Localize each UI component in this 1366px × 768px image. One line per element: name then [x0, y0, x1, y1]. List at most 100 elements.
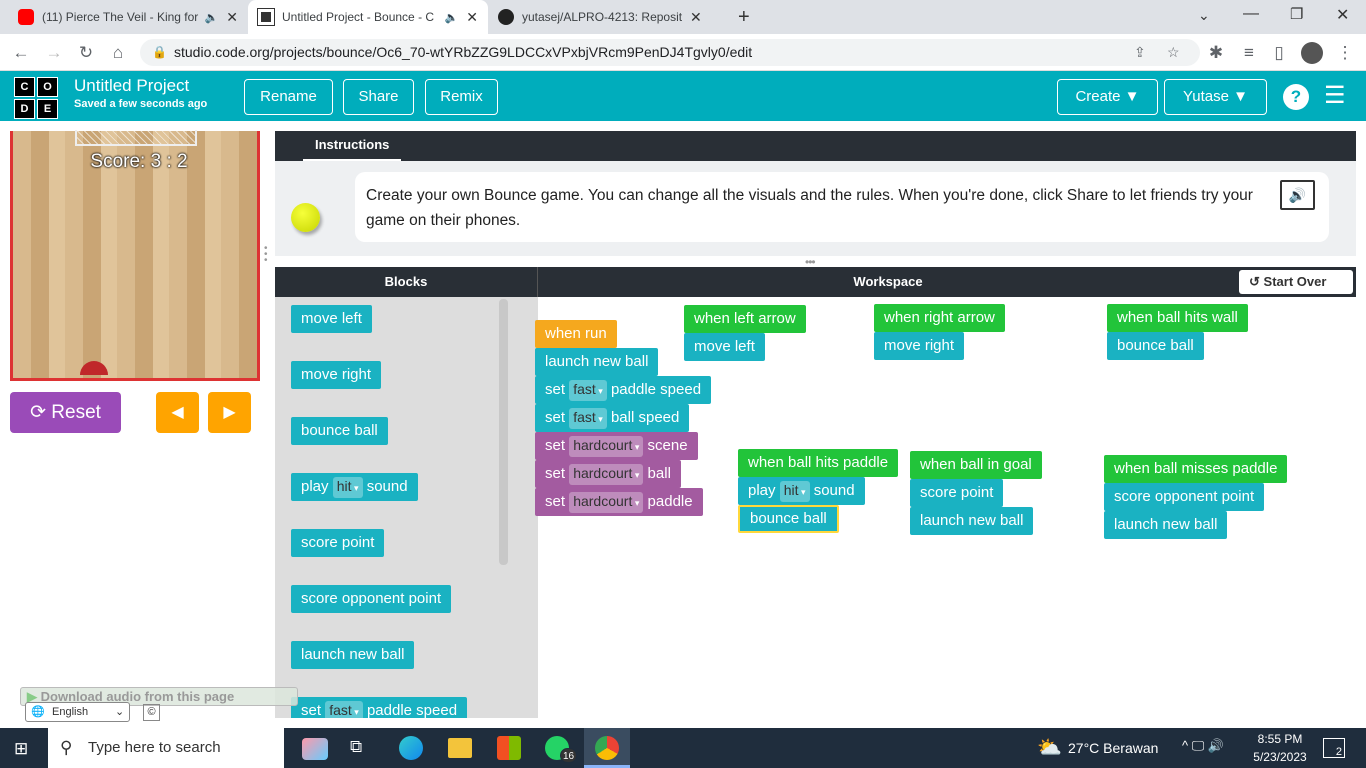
instructions-tab[interactable]: Instructions	[303, 131, 402, 161]
set-ball-block[interactable]: set hardcourt ball	[535, 460, 681, 488]
weather-text[interactable]: 27°C Berawan	[1068, 740, 1158, 756]
new-tab-icon[interactable]: +	[738, 6, 750, 29]
reload-icon[interactable]: ↻	[75, 42, 97, 64]
chrome-taskbar-button[interactable]	[584, 728, 630, 768]
help-button[interactable]: ?	[1283, 84, 1309, 110]
tab-search-icon[interactable]: ⌄	[1198, 7, 1210, 24]
bounce-ball-block[interactable]: bounce ball	[1107, 332, 1204, 360]
sound-dropdown[interactable]: hit	[332, 477, 363, 498]
set-scene-block[interactable]: set hardcourt scene	[535, 432, 698, 460]
restore-icon[interactable]: ❐	[1290, 5, 1303, 23]
workspace-canvas[interactable]: when run launch new ball set fast paddle…	[535, 297, 1356, 718]
clock-time[interactable]: 8:55 PM	[1248, 732, 1312, 746]
sound-dropdown[interactable]: hit	[779, 481, 810, 502]
notification-icon[interactable]: 2	[1323, 738, 1345, 758]
start-over-button[interactable]: ↺ Start Over	[1239, 270, 1353, 294]
code-org-icon	[257, 8, 275, 26]
remix-button[interactable]: Remix	[425, 79, 498, 115]
profile-avatar[interactable]	[1301, 42, 1323, 64]
language-select[interactable]: English 🌐 ⌄	[25, 702, 130, 722]
toolbox-block-bounce-ball[interactable]: bounce ball	[291, 417, 388, 445]
browser-menu-icon[interactable]: ⋮	[1334, 42, 1356, 64]
forward-icon[interactable]: →	[43, 42, 65, 64]
share-button[interactable]: Share	[343, 79, 414, 115]
toolbox-block-launch-new-ball[interactable]: launch new ball	[291, 641, 415, 669]
when-ball-in-goal-block[interactable]: when ball in goal	[910, 451, 1042, 479]
toolbox-scrollbar[interactable]	[499, 299, 508, 565]
score-point-block[interactable]: score point	[910, 479, 1004, 507]
reset-label: Reset	[51, 402, 101, 423]
user-dropdown[interactable]: Yutase ▼	[1164, 79, 1267, 115]
back-icon[interactable]: ←	[10, 42, 32, 64]
close-tab-icon[interactable]: ✕	[466, 9, 478, 26]
when-ball-hits-paddle-block[interactable]: when ball hits paddle	[738, 449, 899, 477]
toolbox-block-play-sound[interactable]: play hit sound	[291, 473, 418, 501]
speed-dropdown[interactable]: fast	[569, 408, 607, 429]
share-page-icon[interactable]: ⇪	[1134, 39, 1146, 66]
code-org-logo[interactable]: C O D E	[14, 77, 58, 119]
when-ball-hits-wall-block[interactable]: when ball hits wall	[1107, 304, 1248, 332]
speaker-icon[interactable]: 🔈	[205, 11, 219, 24]
launch-new-ball-block[interactable]: launch new ball	[1104, 511, 1228, 539]
move-left-block[interactable]: move left	[684, 333, 765, 361]
windows-start-icon[interactable]: ⊞	[14, 739, 28, 759]
task-view-icon[interactable]: ⧉	[350, 737, 362, 757]
set-ball-speed-block[interactable]: set fast ball speed	[535, 404, 690, 432]
score-opponent-point-block[interactable]: score opponent point	[1104, 483, 1265, 511]
toolbox-block-score-opponent-point[interactable]: score opponent point	[291, 585, 452, 613]
close-tab-icon[interactable]: ✕	[690, 9, 702, 26]
paddle-dropdown[interactable]: hardcourt	[569, 492, 644, 513]
game-canvas[interactable]: Score: 3 : 2	[10, 130, 260, 381]
ball-dropdown[interactable]: hardcourt	[569, 464, 644, 485]
hamburger-menu-icon[interactable]: ☰	[1324, 83, 1346, 109]
launch-new-ball-block[interactable]: launch new ball	[910, 507, 1034, 535]
close-tab-icon[interactable]: ✕	[226, 9, 238, 26]
set-paddle-speed-block[interactable]: set fast paddle speed	[535, 376, 712, 404]
store-icon[interactable]	[497, 736, 521, 760]
text-to-speech-icon[interactable]: 🔊	[1280, 180, 1315, 210]
tab-youtube[interactable]: (11) Pierce The Veil - King for 🔈 ✕	[8, 0, 248, 34]
file-explorer-icon[interactable]	[448, 738, 472, 758]
right-arrow-button[interactable]: ▶	[208, 392, 251, 433]
when-ball-misses-paddle-block[interactable]: when ball misses paddle	[1104, 455, 1288, 483]
when-right-arrow-block[interactable]: when right arrow	[874, 304, 1005, 332]
rename-button[interactable]: Rename	[244, 79, 333, 115]
tray-icons[interactable]: ^ 🖵 🔊	[1182, 738, 1224, 754]
speaker-icon[interactable]: 🔈	[445, 11, 459, 24]
selected-bounce-ball-block[interactable]: bounce ball	[738, 505, 839, 533]
side-panel-icon[interactable]: ▯	[1268, 42, 1290, 64]
scene-dropdown[interactable]: hardcourt	[569, 436, 644, 457]
clock-date[interactable]: 5/23/2023	[1248, 750, 1312, 764]
toolbox-block-move-right[interactable]: move right	[291, 361, 382, 389]
whiteboard-app-icon[interactable]	[302, 738, 328, 760]
play-sound-block[interactable]: play hit sound	[738, 477, 865, 505]
set-paddle-block[interactable]: set hardcourt paddle	[535, 488, 703, 516]
when-left-arrow-block[interactable]: when left arrow	[684, 305, 806, 333]
left-arrow-button[interactable]: ◀	[156, 392, 199, 433]
resize-handle[interactable]: • • •	[264, 244, 270, 266]
blocks-toolbox: move left move right bounce ball play hi…	[275, 297, 538, 718]
bookmark-star-icon[interactable]: ☆	[1167, 39, 1180, 66]
reset-button[interactable]: ⟳ Reset	[10, 392, 121, 433]
url-field[interactable]: 🔒 studio.code.org/projects/bounce/Oc6_70…	[140, 39, 1200, 66]
toolbox-block-move-left[interactable]: move left	[291, 305, 372, 333]
move-right-block[interactable]: move right	[874, 332, 965, 360]
copyright-icon[interactable]: ©	[143, 704, 160, 721]
create-dropdown[interactable]: Create ▼	[1057, 79, 1158, 115]
close-window-icon[interactable]: ✕	[1336, 5, 1349, 25]
when-run-block[interactable]: when run	[535, 320, 617, 348]
home-icon[interactable]: ⌂	[107, 42, 129, 64]
speed-dropdown[interactable]: fast	[569, 380, 607, 401]
toolbox-block-set-paddle-speed[interactable]: set fast paddle speed	[291, 697, 468, 718]
tab-code-org[interactable]: Untitled Project - Bounce - C 🔈 ✕	[248, 0, 488, 34]
tab-github[interactable]: yutasej/ALPRO-4213: Repository ✕	[488, 0, 728, 34]
launch-new-ball-block[interactable]: launch new ball	[535, 348, 659, 376]
minimize-icon[interactable]: —	[1243, 5, 1259, 23]
media-control-icon[interactable]: ≡	[1238, 42, 1260, 64]
edge-icon[interactable]	[399, 736, 423, 760]
extensions-icon[interactable]: ✱	[1205, 42, 1227, 64]
speed-dropdown[interactable]: fast	[325, 701, 363, 718]
taskbar-search-box[interactable]: ⚲ Type here to search	[48, 728, 284, 768]
toolbox-block-score-point[interactable]: score point	[291, 529, 385, 557]
browser-tab-bar: (11) Pierce The Veil - King for 🔈 ✕ Unti…	[0, 0, 1366, 34]
